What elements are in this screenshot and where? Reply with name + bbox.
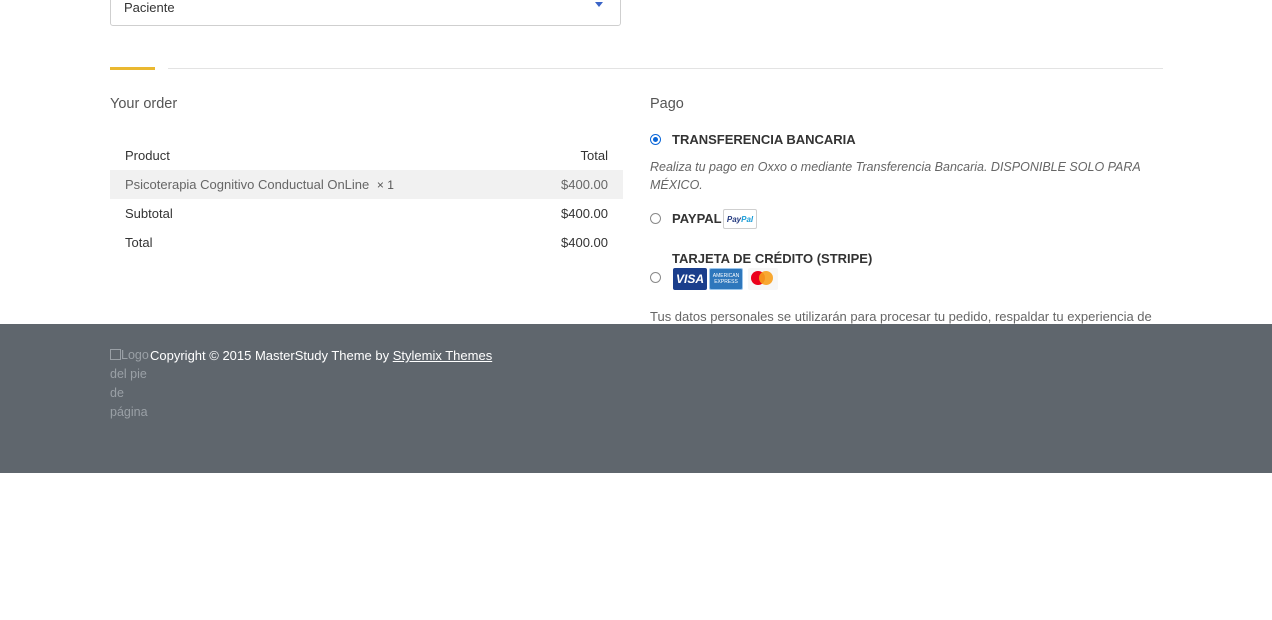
role-select[interactable]: Paciente (110, 0, 621, 26)
bank-transfer-radio[interactable] (650, 134, 661, 145)
paypal-logo-text-2: Pal (741, 214, 754, 224)
paypal-logo-text-1: Pay (726, 214, 742, 224)
amex-text-2: EXPRESS (714, 279, 738, 285)
cart-item-name: Psicoterapia Cognitivo Conductual OnLine… (110, 170, 518, 199)
total-value: $400.00 (561, 235, 608, 250)
your-order-heading: Your order (110, 96, 178, 112)
cart-item-total: $400.00 (517, 170, 623, 199)
paypal-label[interactable]: PAYPAL (672, 211, 722, 226)
privacy-notice: Tus datos personales se utilizarán para … (650, 309, 1152, 324)
role-select-value: Paciente (124, 0, 175, 15)
mastercard-circle-orange (759, 271, 773, 285)
stylemix-link[interactable]: Stylemix Themes (393, 348, 492, 363)
subtotal-row: Subtotal $400.00 (110, 199, 623, 228)
broken-image-icon (110, 349, 121, 360)
paypal-logo-icon: Pay Pal (723, 209, 757, 229)
payment-heading: Pago (650, 96, 684, 112)
col-total-header: Total (580, 148, 608, 163)
col-product-header: Product (125, 148, 170, 163)
section-divider (168, 68, 1163, 69)
table-row: Psicoterapia Cognitivo Conductual OnLine… (110, 170, 623, 199)
order-table-header: Product Total (110, 141, 623, 170)
bank-transfer-description: Realiza tu pago en Oxxo o mediante Trans… (650, 160, 1141, 192)
stripe-label[interactable]: TARJETA DE CRÉDITO (STRIPE) (672, 251, 872, 266)
footer-logo[interactable]: Logo del pie de página (110, 346, 150, 422)
subtotal-label: Subtotal (125, 206, 173, 221)
section-divider-accent (110, 67, 155, 70)
subtotal-value: $400.00 (561, 206, 608, 221)
order-table: Product Total Psicoterapia Cognitivo Con… (110, 141, 623, 257)
visa-icon: VISA (673, 268, 707, 290)
cart-item-qty: × 1 (376, 178, 394, 192)
cart-item-title: Psicoterapia Cognitivo Conductual OnLine (125, 177, 370, 192)
total-row: Total $400.00 (110, 228, 623, 257)
amex-icon: AMERICAN EXPRESS (709, 268, 743, 290)
stripe-radio[interactable] (650, 272, 661, 283)
total-label: Total (125, 235, 153, 250)
chevron-down-icon (595, 2, 603, 7)
bank-transfer-label[interactable]: TRANSFERENCIA BANCARIA (672, 132, 856, 147)
copyright-text: Copyright © 2015 MasterStudy Theme by (150, 348, 393, 363)
copyright: Copyright © 2015 MasterStudy Theme by St… (150, 348, 492, 363)
mastercard-icon (748, 268, 778, 290)
site-footer: Logo del pie de página Copyright © 2015 … (0, 324, 1272, 473)
paypal-radio[interactable] (650, 213, 661, 224)
